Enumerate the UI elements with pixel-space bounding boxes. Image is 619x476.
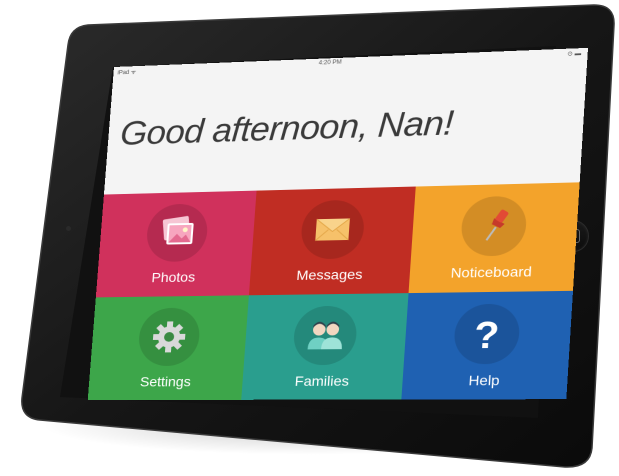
question-mark-icon: ? — [452, 303, 522, 364]
noticeboard-tile[interactable]: Noticeboard — [408, 182, 580, 293]
people-icon — [291, 305, 359, 365]
ipad-device: iPad ᯤ 4:20 PM ⊙ ▬ Good afternoon, Nan! — [0, 0, 619, 476]
photos-tile[interactable]: Photos — [95, 190, 257, 297]
svg-text:?: ? — [473, 313, 501, 356]
battery-indicator: ⊙ ▬ — [567, 51, 582, 58]
messages-tile[interactable]: Messages — [249, 186, 416, 295]
messages-label: Messages — [295, 266, 364, 283]
settings-tile[interactable]: Settings — [87, 294, 250, 401]
photos-icon — [144, 203, 209, 263]
envelope-icon — [299, 199, 366, 260]
families-tile[interactable]: Families — [241, 292, 409, 400]
help-label: Help — [468, 371, 501, 388]
settings-label: Settings — [139, 373, 192, 389]
app-screen: iPad ᯤ 4:20 PM ⊙ ▬ Good afternoon, Nan! — [87, 47, 589, 401]
front-camera — [66, 226, 71, 231]
menu-grid: Photos Messages Noticeboard Settings Fam… — [87, 182, 580, 401]
clock: 4:20 PM — [318, 59, 342, 67]
greeting-panel: Good afternoon, Nan! — [103, 57, 588, 195]
noticeboard-label: Noticeboard — [450, 263, 533, 281]
photos-label: Photos — [150, 269, 196, 286]
greeting-text: Good afternoon, Nan! — [118, 104, 455, 153]
gear-icon — [136, 307, 202, 366]
pushpin-icon — [460, 195, 529, 257]
help-tile[interactable]: ? Help — [400, 290, 574, 400]
families-label: Families — [294, 372, 350, 389]
